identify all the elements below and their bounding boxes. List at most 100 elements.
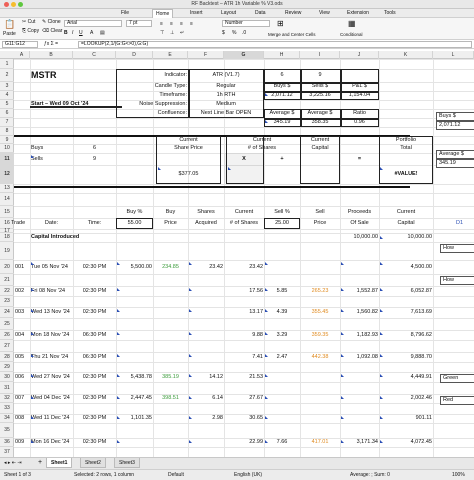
row-header[interactable]: 11 [0, 153, 14, 165]
trade-sell-price[interactable]: 442.38 [301, 354, 339, 361]
col-sell-price2[interactable]: Price [301, 220, 339, 227]
col-current2[interactable]: # of Shares [225, 220, 263, 227]
trade-capital[interactable]: 4,500.00 [380, 264, 432, 271]
row-header[interactable]: 2 [0, 69, 14, 82]
tab-nav-icon[interactable]: ◂ ▸ ⇤ ⇥ [4, 460, 22, 467]
trade-buy-price[interactable]: 385.19 [154, 374, 187, 381]
col-current[interactable]: Current [225, 209, 263, 216]
capital-introduced-value[interactable]: 10,000.00 [341, 234, 378, 241]
menu-data[interactable]: Data [252, 10, 269, 17]
col-date[interactable]: Date: [31, 220, 72, 227]
trade-shares-acquired[interactable]: 2.98 [189, 415, 223, 422]
trade-capital[interactable]: 7,613.69 [380, 309, 432, 316]
sheet-grid[interactable]: ABCDEFGHIJKL 1 2 3 4 5 6 7 8 9 10 11 12 13 14 15 16 17 18… [0, 51, 474, 457]
col-proceeds[interactable]: Proceeds [341, 209, 378, 216]
add-sheet-icon[interactable]: + [38, 459, 42, 466]
merge-center-button[interactable]: Merge and Center Cells [268, 31, 316, 38]
row-header[interactable]: 37 [0, 447, 14, 457]
row-header[interactable]: 3 [0, 82, 14, 91]
trade-capital[interactable]: 901.11 [380, 415, 432, 422]
column-header[interactable]: F [188, 51, 224, 59]
row-header[interactable]: 21 [0, 274, 14, 286]
menu-file[interactable]: File [118, 10, 132, 17]
side-buys-value[interactable]: 2,071.12 [436, 121, 474, 130]
row-header[interactable]: 33 [0, 403, 14, 414]
trade-time[interactable]: 02:30 PM [74, 439, 115, 446]
col-buy-price[interactable]: Buy [154, 209, 187, 216]
side-red-label[interactable]: Red [440, 396, 474, 405]
side-how-label-2[interactable]: How [440, 276, 474, 285]
highlight-icon[interactable]: ▤ [100, 30, 105, 37]
trade-proceeds[interactable]: 3,171.34 [341, 439, 378, 446]
row-header[interactable]: 10 [0, 144, 14, 153]
trade-number[interactable]: 004 [15, 332, 29, 339]
side-average-header[interactable]: Average $ [436, 150, 474, 159]
font-size-select[interactable]: 7 pt [126, 20, 152, 27]
equals-sign[interactable]: = [341, 156, 378, 163]
trade-proceeds[interactable]: 1,182.93 [341, 332, 378, 339]
side-d1-label[interactable]: D1 [456, 220, 463, 227]
currency-icon[interactable]: $ [222, 30, 225, 37]
cut-button[interactable]: ✂ Cut [22, 19, 35, 26]
trade-current-shares[interactable]: 21.53 [225, 374, 263, 381]
trade-time[interactable]: 02:30 PM [74, 288, 115, 295]
decimal-icon[interactable]: .0 [242, 30, 246, 37]
trade-date[interactable]: Thu 21 Nov '24 [31, 354, 72, 361]
align-middle-icon[interactable]: ⊥ [170, 30, 174, 37]
trade-current-shares[interactable]: 27.67 [225, 395, 263, 402]
trade-date[interactable]: Mon 16 Dec '24 [31, 439, 72, 446]
capital-introduced-label[interactable]: Capital Introduced [31, 234, 152, 241]
trade-sell-price[interactable]: 355.45 [301, 309, 339, 316]
row-header[interactable]: 15 [0, 206, 14, 218]
buys-label[interactable]: Buys [31, 145, 72, 152]
minimize-window-button[interactable] [11, 2, 16, 7]
col-capital[interactable]: Current [380, 209, 432, 216]
trade-time[interactable]: 02:30 PM [74, 395, 115, 402]
row-header[interactable]: 14 [0, 193, 14, 206]
percent-icon[interactable]: % [232, 30, 236, 37]
menu-tools[interactable]: Tools [381, 10, 399, 17]
name-box[interactable]: G11:G12 [2, 41, 38, 48]
trade-current-shares[interactable]: 22.99 [225, 439, 263, 446]
trade-sell-amount[interactable]: 4.39 [265, 309, 299, 316]
trade-buy-amount[interactable]: 2,447.45 [117, 395, 152, 402]
trade-date[interactable]: Wed 04 Dec '24 [31, 395, 72, 402]
trade-proceeds[interactable]: 1,560.82 [341, 309, 378, 316]
trade-time[interactable]: 02:30 PM [74, 415, 115, 422]
trade-time[interactable]: 02:30 PM [74, 264, 115, 271]
col-capital2[interactable]: Capital [380, 220, 432, 227]
trade-proceeds[interactable]: 1,092.08 [341, 354, 378, 361]
clear-button[interactable]: ⌫ Clear [42, 28, 62, 35]
column-header[interactable]: H [264, 51, 300, 59]
row-header[interactable]: 26 [0, 330, 14, 340]
trade-capital[interactable]: 8,796.62 [380, 332, 432, 339]
trade-proceeds[interactable]: 1,552.87 [341, 288, 378, 295]
trade-date[interactable]: Fri 08 Nov '24 [31, 288, 72, 295]
trade-buy-price[interactable]: 398.51 [154, 395, 187, 402]
trade-sell-price[interactable]: 359.35 [301, 332, 339, 339]
trade-current-shares[interactable]: 7.41 [225, 354, 263, 361]
font-color-icon[interactable]: A [90, 30, 93, 37]
trade-number[interactable]: 006 [15, 374, 29, 381]
row-header[interactable]: 23 [0, 296, 14, 307]
trade-current-shares[interactable]: 30.65 [225, 415, 263, 422]
column-header[interactable]: E [153, 51, 188, 59]
trade-current-shares[interactable]: 9.88 [225, 332, 263, 339]
paste-icon[interactable]: 📋 [4, 20, 15, 29]
trade-shares-acquired[interactable]: 6.14 [189, 395, 223, 402]
align-center-icon[interactable]: ≡ [170, 21, 173, 28]
side-buys-header[interactable]: Buys $ [436, 112, 474, 121]
col-shares2[interactable]: Acquired [189, 220, 223, 227]
maximize-window-button[interactable] [18, 2, 23, 7]
trade-number[interactable]: 007 [15, 395, 29, 402]
row-header[interactable]: 22 [0, 286, 14, 296]
selected-range[interactable] [224, 153, 264, 184]
trade-number[interactable]: 001 [15, 264, 29, 271]
trade-capital[interactable]: 9,888.70 [380, 354, 432, 361]
trade-shares-acquired[interactable]: 14.12 [189, 374, 223, 381]
column-header[interactable]: K [379, 51, 433, 59]
capital-introduced-capital[interactable]: 10,000.00 [380, 234, 432, 241]
trade-sell-amount[interactable]: 7.66 [265, 439, 299, 446]
trade-shares-acquired[interactable]: 23.42 [189, 264, 223, 271]
row-header[interactable]: 4 [0, 91, 14, 100]
